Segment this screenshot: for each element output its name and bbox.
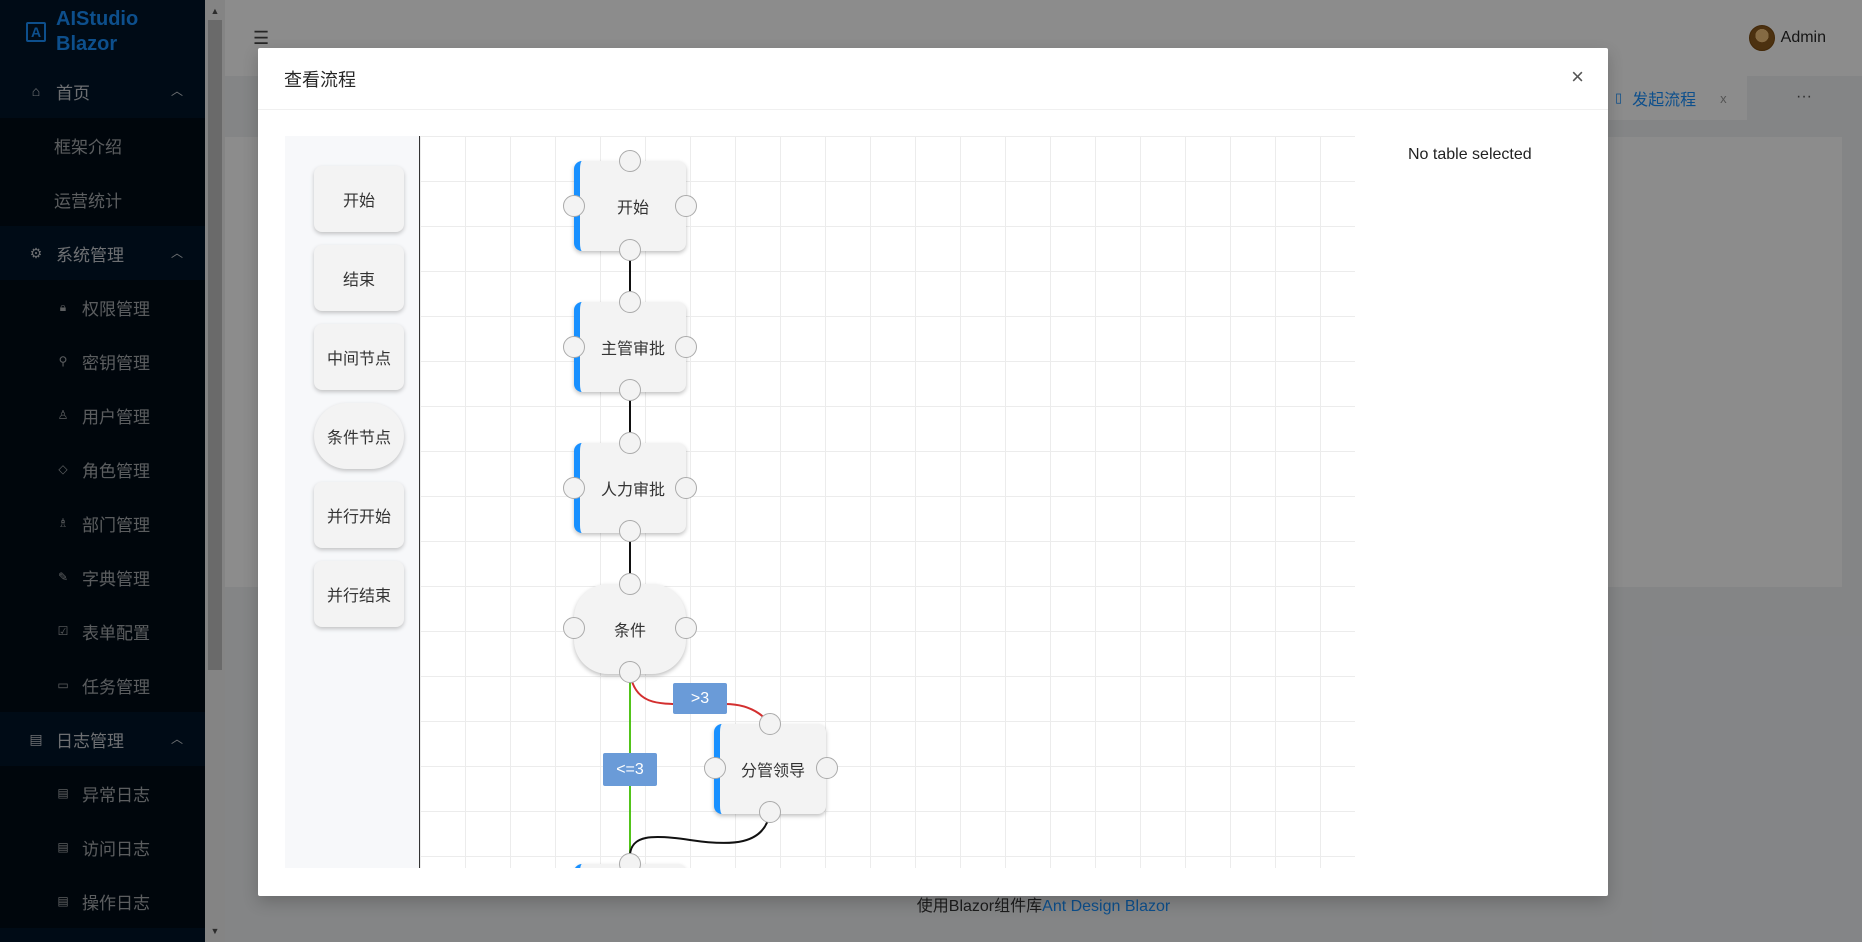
palette-item-condition-node[interactable]: 条件节点 bbox=[314, 403, 404, 469]
port-top[interactable] bbox=[619, 150, 641, 172]
port-right[interactable] bbox=[675, 195, 697, 217]
flow-node-start[interactable]: 开始 bbox=[574, 161, 686, 251]
palette-item-label: 条件节点 bbox=[326, 430, 391, 447]
flow-node-label: 条件 bbox=[613, 623, 646, 640]
port-bottom[interactable] bbox=[619, 520, 641, 542]
port-bottom[interactable] bbox=[759, 801, 781, 823]
port-left[interactable] bbox=[563, 477, 585, 499]
flow-edges bbox=[629, 250, 771, 868]
port-top[interactable] bbox=[759, 713, 781, 735]
port-bottom[interactable] bbox=[619, 239, 641, 261]
flow-node-label: 开始 bbox=[616, 200, 649, 217]
port-top[interactable] bbox=[619, 573, 641, 595]
port-bottom[interactable] bbox=[619, 379, 641, 401]
edge-label-gt3[interactable]: >3 bbox=[673, 683, 727, 714]
edge-label-le3[interactable]: <=3 bbox=[603, 753, 657, 786]
port-right[interactable] bbox=[675, 617, 697, 639]
flow-node-label: 人力审批 bbox=[600, 482, 665, 499]
port-right[interactable] bbox=[816, 757, 838, 779]
palette-item-label: 并行开始 bbox=[326, 509, 391, 526]
port-left[interactable] bbox=[563, 336, 585, 358]
view-process-modal: 查看流程 × 开始 结束 中间节点 条件节点 并行开始 并行结束 开始 主管审批… bbox=[258, 48, 1608, 896]
port-top[interactable] bbox=[619, 853, 641, 868]
port-top[interactable] bbox=[619, 432, 641, 454]
close-icon[interactable]: × bbox=[1571, 66, 1584, 88]
port-left[interactable] bbox=[704, 757, 726, 779]
palette-item-parallel-end[interactable]: 并行结束 bbox=[314, 561, 404, 627]
flow-designer: 开始 结束 中间节点 条件节点 并行开始 并行结束 开始 主管审批 人力审批 条… bbox=[285, 136, 1355, 868]
palette-item-label: 开始 bbox=[342, 193, 375, 210]
port-top[interactable] bbox=[619, 291, 641, 313]
palette-item-start[interactable]: 开始 bbox=[314, 166, 404, 232]
palette-item-end[interactable]: 结束 bbox=[314, 245, 404, 311]
modal-header: 查看流程 × bbox=[258, 48, 1608, 110]
palette-item-label: 结束 bbox=[342, 272, 375, 289]
port-right[interactable] bbox=[675, 477, 697, 499]
properties-panel: No table selected bbox=[1408, 146, 1532, 163]
edge-leader-end[interactable] bbox=[629, 811, 771, 855]
palette-item-parallel-start[interactable]: 并行开始 bbox=[314, 482, 404, 548]
palette-item-label: 中间节点 bbox=[326, 351, 391, 368]
node-palette: 开始 结束 中间节点 条件节点 并行开始 并行结束 bbox=[285, 136, 420, 868]
port-left[interactable] bbox=[563, 617, 585, 639]
palette-item-middle-node[interactable]: 中间节点 bbox=[314, 324, 404, 390]
port-left[interactable] bbox=[563, 195, 585, 217]
port-bottom[interactable] bbox=[619, 661, 641, 683]
modal-title: 查看流程 bbox=[284, 70, 356, 90]
flow-node-label: 分管领导 bbox=[740, 763, 805, 780]
flow-node-label: 主管审批 bbox=[600, 341, 665, 358]
palette-item-label: 并行结束 bbox=[326, 588, 391, 605]
port-right[interactable] bbox=[675, 336, 697, 358]
flow-canvas[interactable]: 开始 主管审批 人力审批 条件 分管领导 >3 <=3 bbox=[420, 136, 1355, 868]
